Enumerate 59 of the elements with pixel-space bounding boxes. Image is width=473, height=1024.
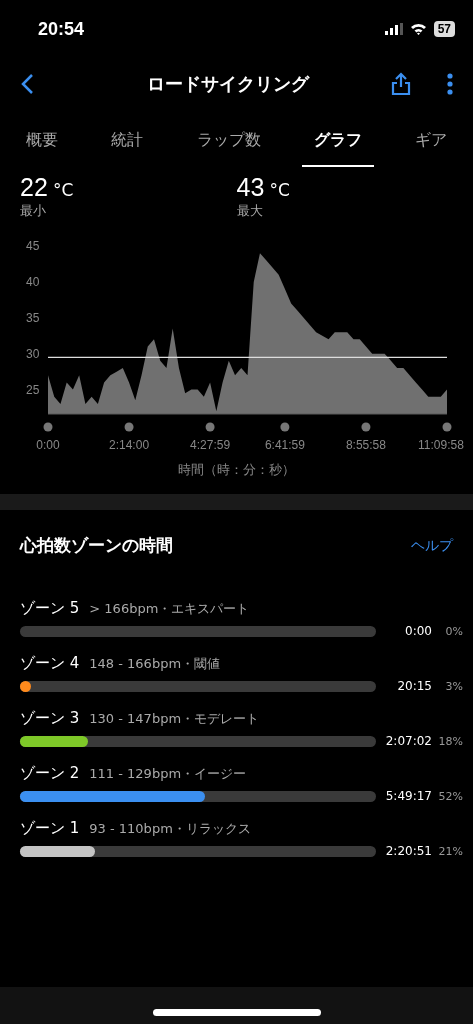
y-tick-label: 40 (26, 274, 40, 289)
zone-name: ゾーン 5 (20, 599, 80, 618)
x-tick-dot (280, 422, 290, 432)
zone-range: 111 - 129bpm・イージー (89, 765, 247, 783)
x-tick-label: 6:41:59 (264, 438, 305, 452)
zone-name: ゾーン 2 (20, 764, 80, 783)
wifi-icon (409, 23, 427, 35)
y-tick-label: 25 (26, 382, 40, 397)
temperature-unit: °C (52, 180, 74, 200)
help-link[interactable]: ヘルプ (411, 536, 453, 555)
back-button[interactable] (20, 73, 34, 95)
tab[interactable]: 概要 (14, 118, 70, 167)
tab[interactable]: 統計 (99, 118, 156, 167)
status-time: 20:54 (38, 18, 85, 40)
x-tick-label: 11:09:58 (418, 438, 464, 452)
zone-time: 20:15 (396, 679, 432, 693)
x-axis-title: 時間（時：分：秒） (178, 462, 295, 477)
x-tick-dot (43, 422, 53, 432)
x-tick-label: 2:14:00 (109, 438, 150, 452)
x-tick-label: 8:55:58 (345, 438, 386, 452)
zone-time: 0:00 (404, 624, 432, 638)
zone-time: 2:20:51 (384, 844, 432, 858)
zone-percent: 21% (437, 844, 463, 858)
y-tick-label: 30 (26, 346, 40, 361)
section-title: 心拍数ゾーンの時間 (20, 534, 173, 557)
screen-title: ロードサイクリング (145, 72, 311, 96)
zone-percent: 18% (437, 734, 463, 748)
x-tick-dot (361, 422, 371, 432)
zone-range: > 166bpm・エキスパート (89, 600, 250, 618)
y-tick-label: 45 (26, 239, 40, 253)
temperature-value: 22 (20, 173, 48, 201)
tab[interactable]: ラップ数 (184, 118, 273, 167)
battery-level: 57 (433, 21, 455, 37)
temperature-value: 43 (236, 173, 265, 201)
zone-percent: 3% (444, 679, 463, 693)
x-tick-label: 4:27:59 (190, 438, 231, 452)
y-tick-label: 35 (26, 310, 40, 325)
x-tick-dot (442, 422, 452, 432)
x-tick-dot (124, 422, 134, 432)
more-button[interactable] (447, 73, 453, 95)
zone-name: ゾーン 3 (20, 709, 80, 728)
zone-range: 130 - 147bpm・モデレート (89, 710, 260, 728)
temperature-unit: °C (269, 180, 290, 200)
zone-percent: 52% (437, 789, 463, 803)
signal-icon (384, 23, 403, 35)
tab[interactable]: ギア (403, 118, 459, 167)
zone-range: 148 - 166bpm・閾値 (89, 655, 221, 673)
zone-range: 93 - 110bpm・リラックス (89, 820, 251, 838)
zone-percent: 0% (444, 624, 463, 638)
zone-time: 2:07:02 (384, 734, 432, 748)
tab[interactable]: グラフ (301, 118, 374, 167)
zone-name: ゾーン 4 (20, 654, 80, 673)
share-button[interactable] (391, 72, 411, 96)
temperature-label: 最小 (20, 202, 47, 220)
x-tick-label: 0:00 (36, 438, 60, 452)
x-tick-dot (205, 422, 215, 432)
temperature-label: 最大 (236, 202, 264, 220)
zone-time: 5:49:17 (384, 789, 432, 803)
zone-name: ゾーン 1 (20, 819, 80, 838)
